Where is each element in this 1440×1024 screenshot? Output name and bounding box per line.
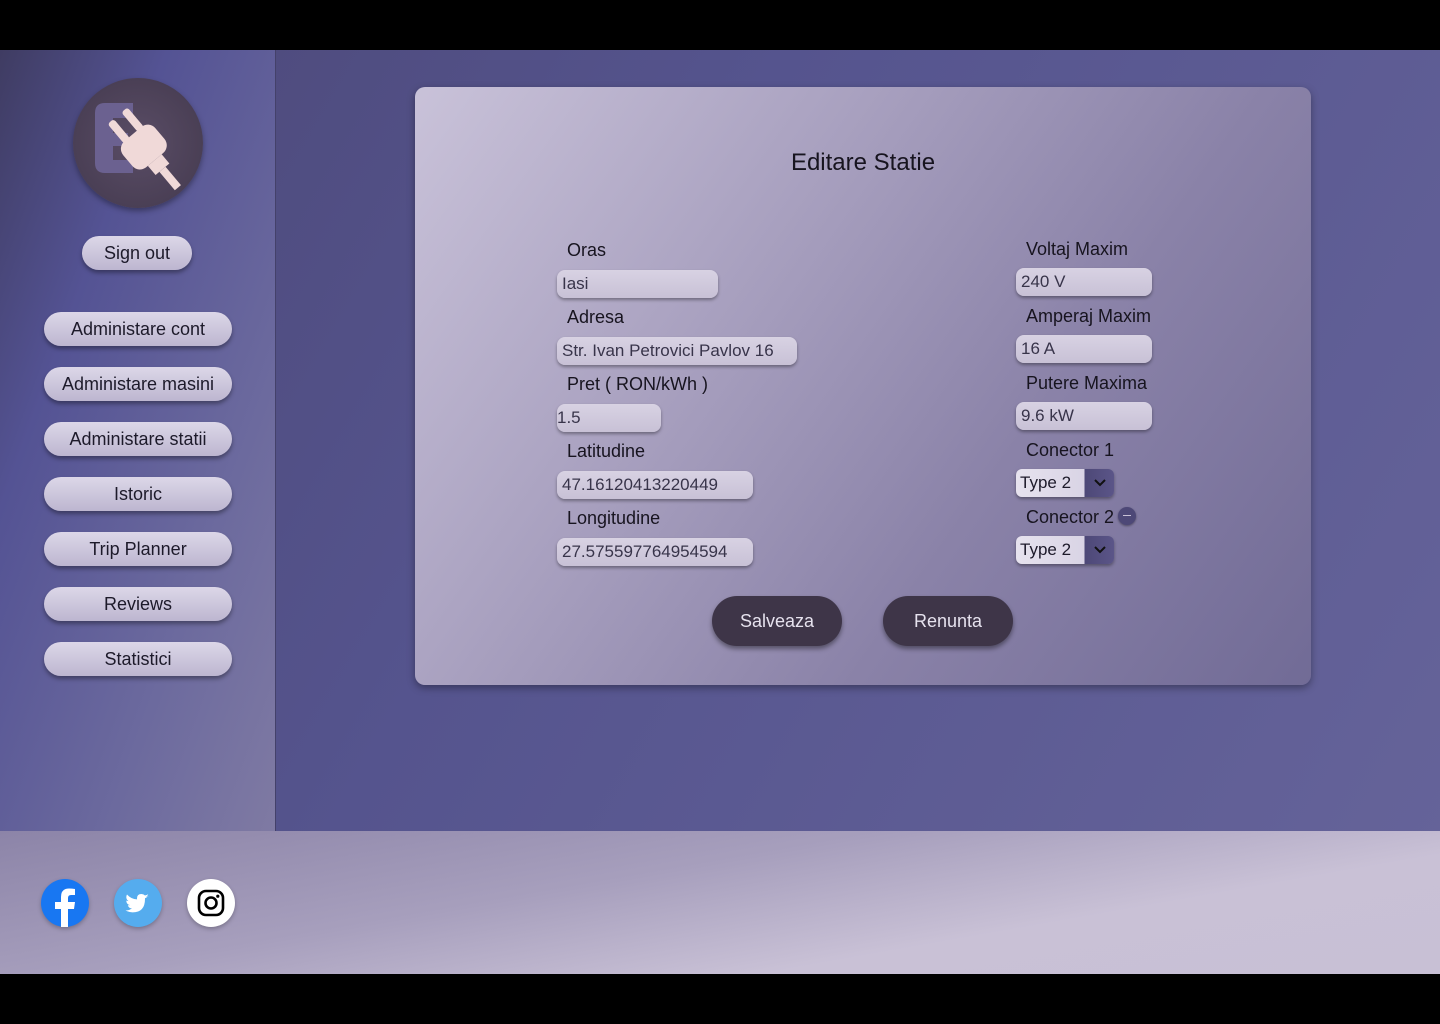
chevron-down-icon[interactable]: [1086, 469, 1114, 497]
sidebar-item-istoric[interactable]: Istoric: [44, 477, 232, 511]
sidebar: Sign out Administare cont Administare ma…: [0, 50, 276, 831]
sidebar-item-administare-statii[interactable]: Administare statii: [44, 422, 232, 456]
facebook-icon[interactable]: [41, 879, 89, 927]
save-button[interactable]: Salveaza: [712, 596, 842, 646]
page-title: Editare Statie: [790, 149, 936, 176]
sidebar-item-statistici[interactable]: Statistici: [44, 642, 232, 676]
app-logo[interactable]: [73, 78, 203, 208]
conector-2-label: Conector 2: [1026, 507, 1115, 527]
instagram-icon[interactable]: [187, 879, 235, 927]
voltaj-input[interactable]: 240 V: [1016, 268, 1152, 296]
edit-station-card: Editare Statie Oras Iasi Adresa Str. Iva…: [415, 87, 1311, 685]
twitter-icon[interactable]: [114, 879, 162, 927]
latitudine-input[interactable]: 47.16120413220449: [557, 471, 753, 499]
adresa-label: Adresa: [567, 307, 625, 327]
conector-1-value: Type 2: [1020, 473, 1072, 492]
adresa-input[interactable]: Str. Ivan Petrovici Pavlov 16: [557, 337, 797, 365]
conector-1-select[interactable]: Type 2: [1016, 469, 1114, 497]
putere-input[interactable]: 9.6 kW: [1016, 402, 1152, 430]
longitudine-input[interactable]: 27.575597764954594: [557, 538, 753, 566]
remove-conector-button[interactable]: [1118, 507, 1136, 525]
sidebar-item-administare-cont[interactable]: Administare cont: [44, 312, 232, 346]
sidebar-item-reviews[interactable]: Reviews: [44, 587, 232, 621]
conector-2-select[interactable]: Type 2: [1016, 536, 1114, 564]
sign-out-button[interactable]: Sign out: [82, 236, 192, 270]
oras-label: Oras: [567, 240, 607, 260]
latitudine-label: Latitudine: [567, 441, 646, 461]
sidebar-item-trip-planner[interactable]: Trip Planner: [44, 532, 232, 566]
conector-2-value: Type 2: [1020, 540, 1072, 559]
footer: [0, 831, 1440, 974]
pret-input[interactable]: 1.5: [557, 404, 661, 432]
pret-label: Pret ( RON/kWh ): [567, 374, 709, 394]
conector-1-label: Conector 1: [1026, 440, 1115, 460]
plug-icon: [95, 103, 181, 191]
chevron-down-icon[interactable]: [1086, 536, 1114, 564]
putere-label: Putere Maxima: [1026, 373, 1148, 393]
longitudine-label: Longitudine: [567, 508, 661, 528]
oras-input[interactable]: Iasi: [557, 270, 718, 298]
amperaj-input[interactable]: 16 A: [1016, 335, 1152, 363]
cancel-button[interactable]: Renunta: [883, 596, 1013, 646]
voltaj-label: Voltaj Maxim: [1026, 239, 1129, 259]
sidebar-item-administare-masini[interactable]: Administare masini: [44, 367, 232, 401]
app-window: Sign out Administare cont Administare ma…: [0, 50, 1440, 974]
amperaj-label: Amperaj Maxim: [1026, 306, 1152, 326]
